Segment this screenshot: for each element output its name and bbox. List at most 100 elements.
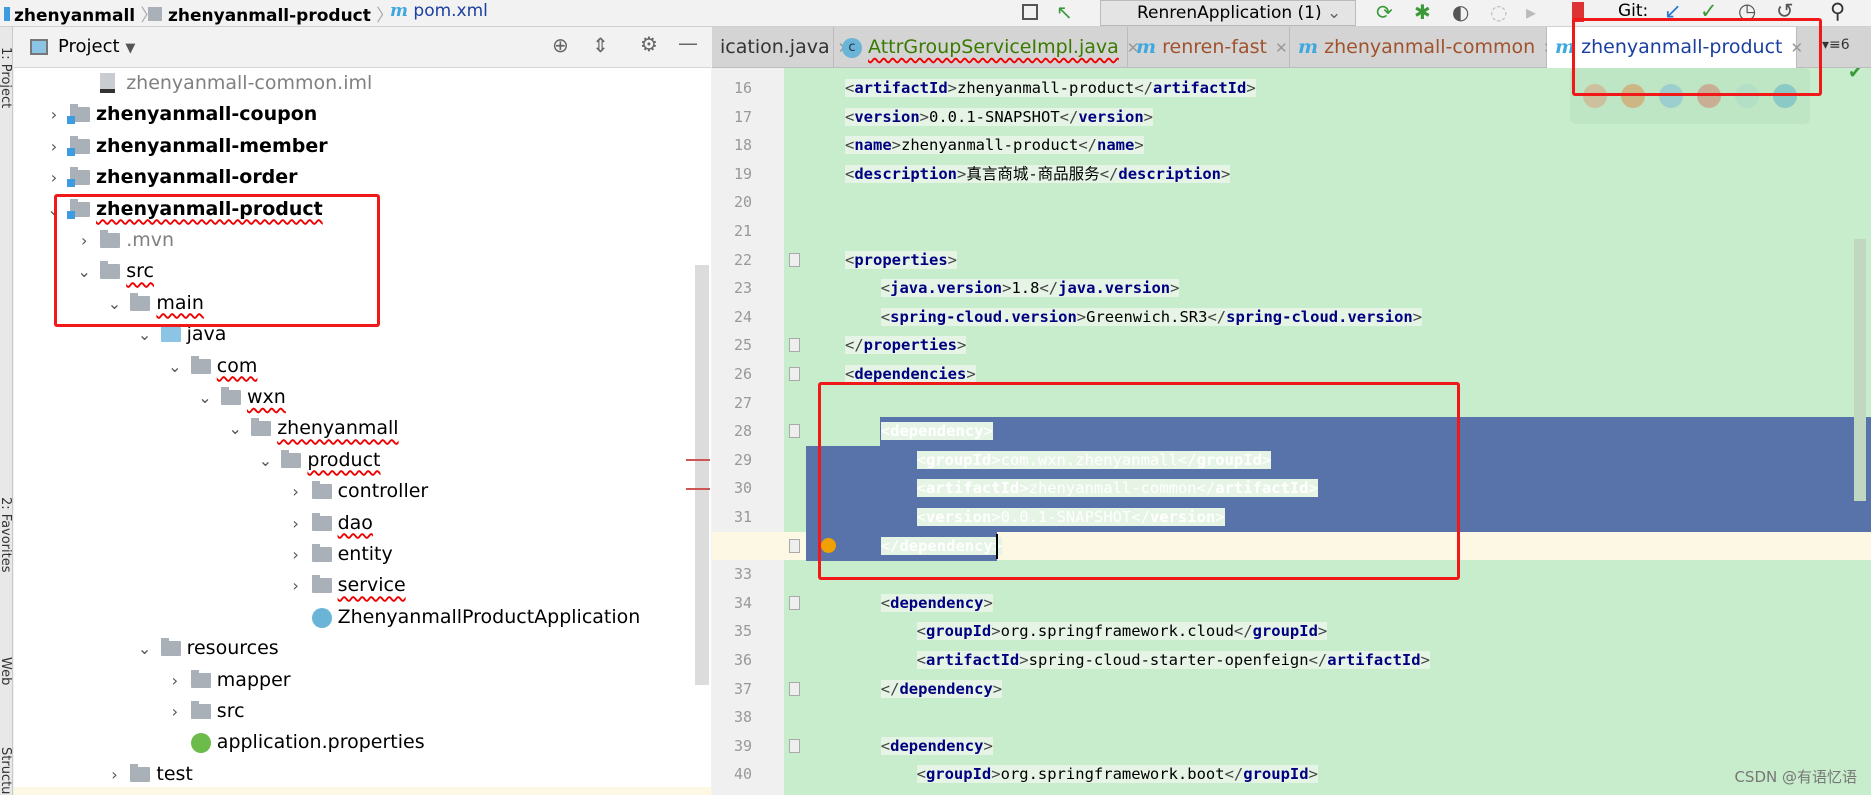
tree-item[interactable]: zhenyanmall-common.iml	[14, 68, 694, 99]
gear-icon[interactable]: ⚙	[640, 32, 658, 56]
code-line: <dependency>	[880, 593, 993, 612]
chevron-down-icon[interactable]: ⌄	[137, 633, 153, 664]
line-number: 27	[733, 393, 752, 412]
inspection-ok-icon[interactable]: ✔	[1848, 68, 1863, 83]
chevron-down-icon[interactable]: ⌄	[167, 351, 183, 382]
line-number: 30	[733, 479, 752, 498]
chevron-right-icon[interactable]: ›	[288, 508, 304, 539]
tab-3[interactable]: m renren-fast ✕	[1128, 27, 1290, 67]
fold-marker-icon[interactable]	[789, 738, 800, 753]
breadcrumb-project[interactable]: zhenyanmall 〉	[4, 1, 158, 26]
search-icon[interactable]: ⚲	[1830, 0, 1845, 23]
code-line: </dependency>	[880, 679, 1003, 698]
tree-item[interactable]: ⌄ zhenyanmall	[14, 413, 694, 444]
fold-marker-icon[interactable]	[789, 424, 800, 439]
change-marker	[686, 459, 710, 461]
tree-item-label: entity	[337, 543, 393, 565]
build-icon[interactable]	[1022, 4, 1038, 20]
tree-item[interactable]: › src	[14, 696, 694, 727]
rerun-icon[interactable]: ⟳	[1376, 0, 1393, 24]
fold-marker-icon[interactable]	[789, 367, 800, 381]
tab-2[interactable]: c AttrGroupServiceImpl.java ✕	[834, 27, 1139, 67]
coverage-icon[interactable]: ◐	[1452, 0, 1469, 24]
tree-item-label: dao	[337, 511, 373, 534]
tree-item[interactable]: › controller	[14, 476, 694, 507]
chevron-right-icon[interactable]: ›	[288, 539, 304, 570]
tree-item-label: controller	[337, 480, 429, 503]
tree-item-label: zhenyanmall-coupon	[96, 103, 318, 126]
tab-overflow-button[interactable]: ▾≡6	[1822, 37, 1850, 53]
chevron-right-icon[interactable]: ›	[288, 570, 304, 601]
status-strip	[14, 787, 711, 795]
chevron-right-icon[interactable]: ›	[288, 476, 304, 507]
fold-marker-icon[interactable]	[789, 681, 800, 696]
fold-marker-icon[interactable]	[789, 595, 800, 610]
hide-icon[interactable]: —	[678, 31, 698, 55]
fold-marker-icon[interactable]	[789, 338, 800, 353]
chevron-down-icon[interactable]: ⌄	[227, 413, 243, 444]
tree-item-label: product	[307, 448, 381, 471]
editor-scrollbar[interactable]	[1854, 239, 1866, 501]
chevron-right-icon[interactable]: ›	[46, 131, 62, 162]
chevron-down-icon[interactable]: ⌄	[257, 445, 273, 476]
line-number: 19	[733, 164, 752, 183]
tree-item[interactable]: ZhenyanmallProductApplication	[14, 602, 694, 633]
tree-item[interactable]: › zhenyanmall-member	[14, 131, 694, 162]
tree-item[interactable]: › test	[14, 759, 694, 790]
chevron-right-icon[interactable]: ›	[167, 696, 183, 727]
code-line: <groupId>org.springframework.boot</group…	[916, 765, 1318, 784]
debug-icon[interactable]: ✱	[1414, 0, 1431, 24]
chevron-down-icon[interactable]: ⌄	[197, 382, 213, 413]
line-number: 36	[733, 651, 752, 669]
tree-item-label: zhenyanmall-order	[96, 166, 298, 189]
line-number: 18	[733, 136, 752, 155]
tree-item[interactable]: ⌄ product	[14, 445, 694, 476]
code-line: <version>0.0.1-SNAPSHOT</version>	[845, 107, 1154, 126]
package-icon	[311, 481, 332, 500]
chevron-right-icon[interactable]: ›	[46, 99, 62, 130]
tab-4[interactable]: m zhenyanmall-common✕	[1290, 27, 1556, 67]
run-config-select[interactable]: RenrenApplication (1) ⌄	[1100, 0, 1356, 26]
tree-item[interactable]: › zhenyanmall-coupon	[14, 99, 694, 130]
breadcrumb-module[interactable]: zhenyanmall-product 〉	[148, 1, 393, 26]
module-folder-icon	[67, 104, 90, 125]
tree-item[interactable]: ⌄ com	[14, 351, 694, 382]
tree-item-label: ZhenyanmallProductApplication	[337, 605, 641, 628]
stripe-project[interactable]: 1: Project	[0, 47, 12, 108]
tree-item[interactable]: application.properties	[14, 727, 694, 758]
tree-item[interactable]: › entity	[14, 539, 694, 570]
stripe-favorites[interactable]: 2: Favorites	[0, 497, 12, 573]
package-icon	[311, 575, 332, 594]
profile-icon[interactable]: ◌	[1490, 0, 1507, 24]
tree-item[interactable]: › dao	[14, 508, 694, 539]
tree-item[interactable]: ⌄ wxn	[14, 382, 694, 413]
chevron-right-icon[interactable]: ›	[106, 759, 122, 790]
chevron-right-icon[interactable]: ›	[167, 665, 183, 696]
tree-item[interactable]: › zhenyanmall-order	[14, 162, 694, 193]
spring-properties-icon	[190, 733, 211, 754]
step-icon[interactable]: ▸	[1526, 0, 1536, 24]
fold-marker-icon[interactable]	[789, 252, 800, 267]
close-icon[interactable]: ✕	[1275, 39, 1288, 57]
highlight-box-dependency	[818, 382, 1460, 580]
tree-scrollbar[interactable]	[695, 265, 709, 685]
hammer-icon[interactable]: ↖	[1056, 0, 1073, 24]
tab-1[interactable]: ication.java✕	[712, 27, 850, 67]
tab-label: ication.java	[720, 36, 830, 58]
package-icon	[281, 449, 302, 468]
tree-item[interactable]: › service	[14, 570, 694, 601]
fold-marker-icon[interactable]	[789, 538, 800, 553]
tree-item-label: com	[216, 354, 258, 377]
folder-icon	[190, 669, 211, 688]
chevron-right-icon[interactable]: ›	[46, 162, 62, 193]
project-view-select[interactable]: Project ▼	[58, 36, 135, 57]
locate-icon[interactable]: ⊕	[552, 33, 569, 57]
tree-item[interactable]: › mapper	[14, 665, 694, 696]
tab-label: renren-fast	[1162, 36, 1267, 58]
tree-item[interactable]: ⌄ resources	[14, 633, 694, 664]
stripe-web[interactable]: Web	[0, 657, 12, 685]
line-number: 20	[733, 193, 752, 212]
breadcrumb-file[interactable]: m pom.xml	[390, 1, 488, 21]
collapse-all-icon[interactable]: ⇕	[592, 33, 609, 57]
stripe-structure[interactable]: Structure	[0, 747, 12, 795]
